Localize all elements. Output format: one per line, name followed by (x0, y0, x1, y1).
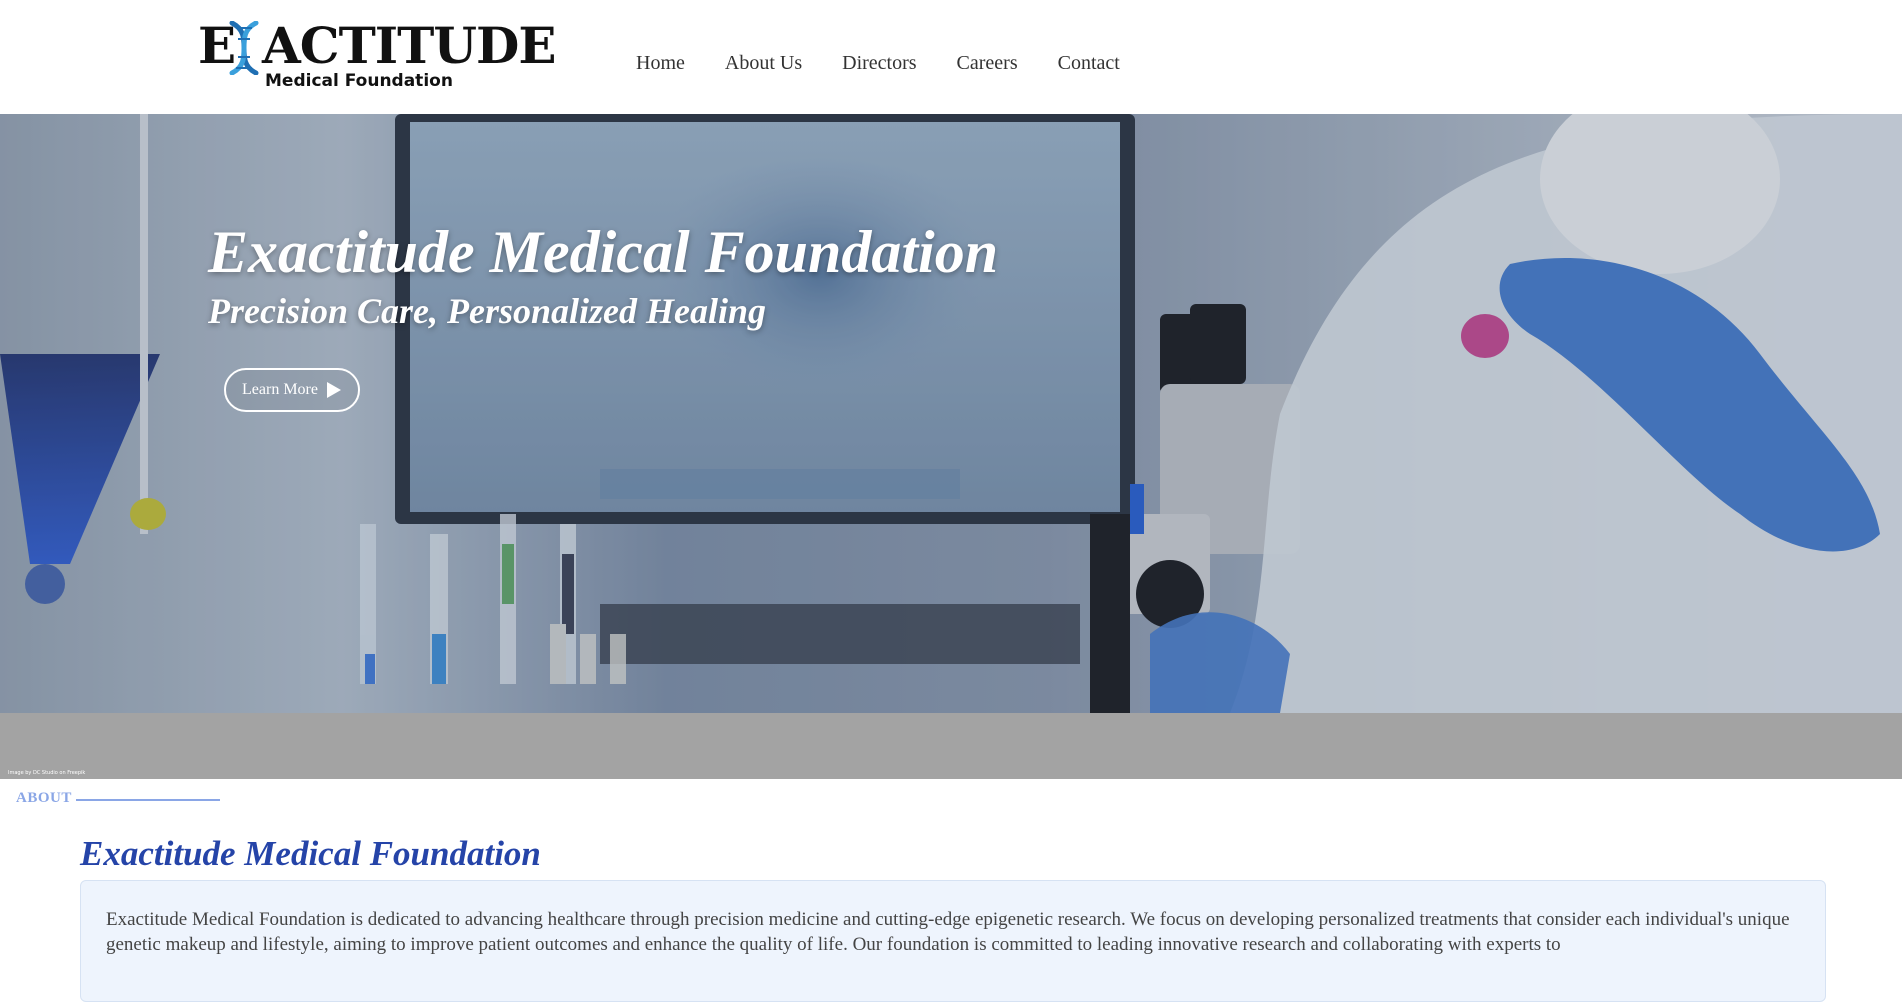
about-section-label: ABOUT (16, 790, 72, 806)
site-logo[interactable]: E ACTITUDE Medical Foundation (198, 16, 556, 98)
learn-more-label: Learn More (242, 381, 318, 398)
site-header: E ACTITUDE Medical Foundation Home About … (0, 0, 1902, 115)
about-card: Exactitude Medical Foundation is dedicat… (80, 880, 1826, 1002)
about-label-divider (76, 799, 220, 801)
dna-helix-icon (229, 21, 259, 75)
hero-overlay (0, 114, 1902, 713)
hero-section: Exactitude Medical Foundation Precision … (0, 114, 1902, 713)
about-text: Exactitude Medical Foundation is dedicat… (106, 909, 1790, 955)
image-credit[interactable]: Image by DC Studio on Freepik (8, 770, 85, 776)
hero-subtitle: Precision Care, Personalized Healing (208, 291, 766, 331)
nav-contact[interactable]: Contact (1058, 52, 1120, 75)
hero-title: Exactitude Medical Foundation (208, 219, 999, 285)
logo-letters-rest: ACTITUDE (262, 16, 556, 75)
about-title: Exactitude Medical Foundation (80, 834, 541, 873)
nav-home[interactable]: Home (636, 52, 685, 75)
logo-subtitle: Medical Foundation (265, 71, 453, 91)
nav-directors[interactable]: Directors (842, 52, 916, 75)
main-nav: Home About Us Directors Careers Contact (636, 52, 1120, 75)
hero-bottom-band (0, 713, 1902, 779)
play-icon (326, 382, 341, 398)
nav-about-us[interactable]: About Us (725, 52, 802, 75)
nav-careers[interactable]: Careers (957, 52, 1018, 75)
learn-more-button[interactable]: Learn More (224, 368, 360, 412)
logo-letter-e: E (198, 16, 236, 75)
